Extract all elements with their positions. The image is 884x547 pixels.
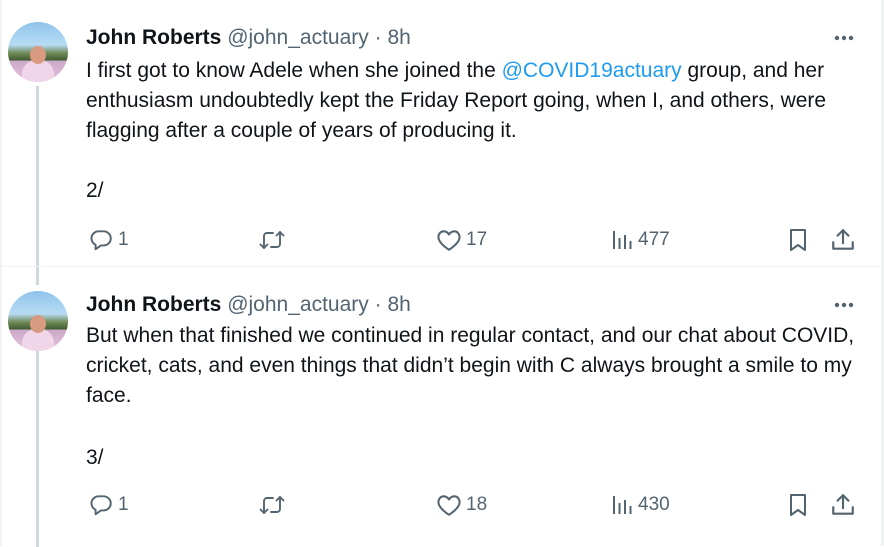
reply-button[interactable]: 1 bbox=[88, 224, 129, 256]
reply-icon bbox=[90, 495, 112, 516]
author-handle[interactable]: @john_actuary bbox=[227, 26, 369, 49]
views-icon bbox=[613, 231, 632, 249]
avatar-face bbox=[30, 315, 46, 333]
views-count: 477 bbox=[638, 229, 670, 250]
share-button[interactable] bbox=[830, 489, 856, 521]
bookmark-icon bbox=[790, 229, 806, 251]
author-handle[interactable]: @john_actuary bbox=[227, 293, 369, 316]
heart-icon bbox=[437, 495, 461, 516]
bookmark-button[interactable] bbox=[786, 489, 810, 521]
retweet-button[interactable] bbox=[258, 224, 290, 256]
retweet-button[interactable] bbox=[258, 489, 290, 521]
heart-icon bbox=[437, 230, 461, 251]
share-icon bbox=[832, 494, 854, 515]
share-icon bbox=[832, 229, 854, 250]
tweet-text-part: I first got to know Adele when she joine… bbox=[86, 59, 502, 82]
header-separator: · bbox=[374, 293, 382, 316]
like-count: 17 bbox=[466, 229, 488, 250]
more-options-button[interactable] bbox=[832, 293, 856, 317]
reply-button[interactable]: 1 bbox=[88, 489, 129, 521]
views-button[interactable]: 477 bbox=[610, 224, 670, 256]
like-count: 18 bbox=[466, 494, 488, 515]
header-separator: · bbox=[374, 26, 382, 49]
reply-count: 1 bbox=[118, 494, 129, 515]
author-name[interactable]: John Roberts bbox=[86, 26, 221, 49]
thread-sequence: 2/ bbox=[86, 179, 104, 202]
action-bar: 1 18 430 bbox=[86, 489, 866, 521]
tweet-time[interactable]: 8h bbox=[387, 293, 410, 316]
thread-connector-line bbox=[36, 86, 39, 266]
more-options-button[interactable] bbox=[832, 26, 856, 50]
like-button[interactable]: 18 bbox=[436, 489, 487, 521]
reply-icon bbox=[90, 230, 112, 251]
more-horizontal-icon bbox=[834, 302, 854, 308]
thread-connector-line bbox=[36, 351, 39, 547]
avatar-face bbox=[30, 46, 46, 64]
bookmark-button[interactable] bbox=[786, 224, 810, 256]
action-bar: 1 17 477 bbox=[86, 224, 866, 256]
reply-count: 1 bbox=[118, 229, 129, 250]
author-name[interactable]: John Roberts bbox=[86, 293, 221, 316]
tweet[interactable]: John Roberts @john_actuary · 8h I first … bbox=[0, 0, 880, 266]
tweet-header: John Roberts @john_actuary · 8h bbox=[86, 291, 411, 319]
views-count: 430 bbox=[638, 494, 670, 515]
bookmark-icon bbox=[790, 494, 806, 516]
views-icon bbox=[613, 496, 632, 514]
avatar[interactable] bbox=[8, 22, 68, 82]
tweet-time[interactable]: 8h bbox=[387, 26, 410, 49]
retweet-icon bbox=[259, 496, 285, 514]
share-button[interactable] bbox=[830, 224, 856, 256]
views-button[interactable]: 430 bbox=[610, 489, 670, 521]
tweet[interactable]: John Roberts @john_actuary · 8h But when… bbox=[0, 266, 880, 547]
tweet-text: But when that finished we continued in r… bbox=[86, 324, 855, 407]
avatar[interactable] bbox=[8, 291, 68, 351]
like-button[interactable]: 17 bbox=[436, 224, 487, 256]
more-horizontal-icon bbox=[834, 35, 854, 41]
retweet-icon bbox=[259, 231, 285, 249]
thread-connector-line bbox=[36, 267, 39, 285]
thread-sequence: 3/ bbox=[86, 446, 104, 469]
tweet-header: John Roberts @john_actuary · 8h bbox=[86, 24, 411, 52]
mention-link[interactable]: @COVID19actuary bbox=[502, 59, 682, 82]
tweet-text: I first got to know Adele when she joine… bbox=[86, 56, 866, 146]
